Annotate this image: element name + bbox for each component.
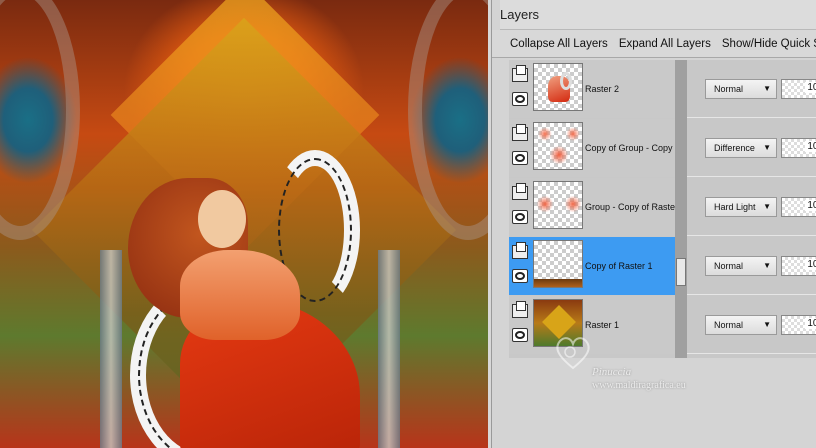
panel-title: Layers bbox=[500, 0, 816, 30]
layer-name: Copy of Group - Copy o bbox=[585, 143, 675, 153]
layers-splitter[interactable] bbox=[675, 60, 687, 358]
canvas-pillar bbox=[378, 250, 400, 448]
chevron-down-icon: ▼ bbox=[763, 320, 771, 329]
opacity-value: 100 bbox=[805, 200, 816, 211]
chevron-down-icon: ▼ bbox=[763, 202, 771, 211]
eye-icon[interactable] bbox=[512, 210, 528, 224]
blend-mode-value: Normal bbox=[714, 320, 744, 330]
collapse-all-layers-button[interactable]: Collapse All Layers bbox=[510, 38, 608, 50]
layers-toolbar: Collapse All Layers Expand All Layers Sh… bbox=[492, 30, 816, 58]
opacity-field[interactable]: 100 bbox=[781, 197, 816, 217]
watermark-site: www.maldiragrafica.eu bbox=[592, 380, 686, 391]
layer-thumbnail bbox=[533, 240, 583, 288]
opacity-field[interactable]: 100 bbox=[781, 79, 816, 99]
eye-icon[interactable] bbox=[512, 328, 528, 342]
blend-mode-dropdown[interactable]: Hard Light ▼ bbox=[705, 197, 777, 217]
layer-name: Copy of Raster 1 bbox=[585, 261, 653, 271]
blend-mode-value: Normal bbox=[714, 261, 744, 271]
eye-icon[interactable] bbox=[512, 151, 528, 165]
artwork-canvas[interactable] bbox=[0, 0, 488, 448]
opacity-value: 100 bbox=[805, 259, 816, 270]
watermark: Pinuccia www.maldiragrafica.eu bbox=[548, 334, 748, 398]
canvas-pillar bbox=[100, 250, 122, 448]
layer-row-header[interactable]: Copy of Raster 1 bbox=[509, 237, 675, 295]
layer-row-header[interactable]: Raster 2 bbox=[509, 60, 675, 118]
woman-face bbox=[198, 190, 246, 248]
layer-thumbnail bbox=[533, 181, 583, 229]
opacity-value: 100 bbox=[805, 82, 816, 93]
blend-mode-dropdown[interactable]: Normal ▼ bbox=[705, 79, 777, 99]
blend-mode-dropdown[interactable]: Normal ▼ bbox=[705, 256, 777, 276]
layer-link-icon[interactable] bbox=[512, 124, 528, 141]
layers-list: Raster 2 Copy of Group - Copy o Group - … bbox=[509, 60, 816, 358]
layer-thumbnail bbox=[533, 63, 583, 111]
layer-name: Group - Copy of Raster bbox=[585, 202, 675, 212]
blend-mode-dropdown[interactable]: Difference ▼ bbox=[705, 138, 777, 158]
show-hide-quick-search-button[interactable]: Show/Hide Quick Se bbox=[722, 38, 816, 50]
layer-link-icon[interactable] bbox=[512, 242, 528, 259]
opacity-value: 100 bbox=[805, 141, 816, 152]
layer-thumbnail bbox=[533, 122, 583, 170]
eye-icon[interactable] bbox=[512, 92, 528, 106]
eye-icon[interactable] bbox=[512, 269, 528, 283]
opacity-field[interactable]: 100 bbox=[781, 138, 816, 158]
chevron-down-icon: ▼ bbox=[763, 143, 771, 152]
opacity-value: 100 bbox=[805, 318, 816, 329]
chevron-down-icon: ▼ bbox=[763, 84, 771, 93]
layer-link-icon[interactable] bbox=[512, 301, 528, 318]
chevron-down-icon: ▼ bbox=[763, 261, 771, 270]
layer-link-icon[interactable] bbox=[512, 65, 528, 82]
watermark-name: Pinuccia bbox=[592, 366, 632, 378]
blend-mode-value: Normal bbox=[714, 84, 744, 94]
blend-mode-value: Hard Light bbox=[714, 202, 756, 212]
splitter-handle[interactable] bbox=[676, 258, 686, 286]
expand-all-layers-button[interactable]: Expand All Layers bbox=[619, 38, 711, 50]
layer-row-header[interactable]: Group - Copy of Raster bbox=[509, 178, 675, 236]
opacity-field[interactable]: 100 bbox=[781, 315, 816, 335]
blend-mode-dropdown[interactable]: Normal ▼ bbox=[705, 315, 777, 335]
layer-row-header[interactable]: Copy of Group - Copy o bbox=[509, 119, 675, 177]
opacity-field[interactable]: 100 bbox=[781, 256, 816, 276]
blend-mode-value: Difference bbox=[714, 143, 755, 153]
layer-link-icon[interactable] bbox=[512, 183, 528, 200]
woman-shoulders bbox=[180, 250, 300, 340]
heart-logo-icon bbox=[556, 337, 590, 370]
layer-name: Raster 2 bbox=[585, 84, 620, 94]
